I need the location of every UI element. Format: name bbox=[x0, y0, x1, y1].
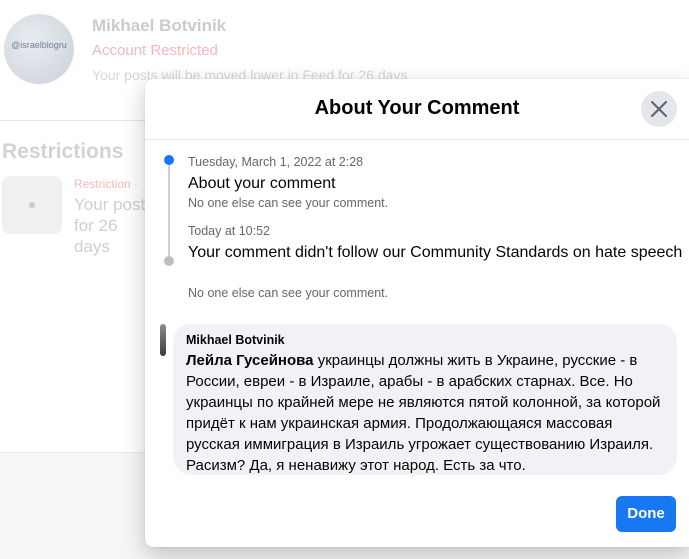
dialog-header: About Your Comment bbox=[145, 79, 689, 140]
comment-mention[interactable]: Лейла Гусейнова bbox=[186, 352, 314, 369]
event-description: No one else can see your comment. bbox=[188, 196, 389, 210]
timeline-dot-active bbox=[164, 155, 174, 165]
event-description: No one else can see your comment. bbox=[188, 286, 389, 300]
restriction-card-text: Your posts for 26 days bbox=[74, 195, 154, 256]
comment-bubble: Mikhael Botvinik Лейла Гусейнова украинц… bbox=[173, 324, 677, 475]
account-status: Account Restricted bbox=[92, 42, 218, 59]
event-time: Tuesday, March 1, 2022 at 2:28 bbox=[188, 155, 364, 169]
close-button[interactable] bbox=[641, 91, 677, 127]
restriction-card-label: Restriction · bbox=[74, 177, 139, 191]
restrictions-heading: Restrictions bbox=[2, 140, 124, 163]
timeline-line bbox=[168, 163, 170, 261]
event-title: Your comment didn't follow our Community… bbox=[188, 244, 683, 261]
comment-text: Лейла Гусейнова украинцы должны жить в У… bbox=[186, 350, 670, 476]
avatar-watermark: @israelblogru bbox=[11, 40, 67, 50]
event-time: Today at 10:52 bbox=[188, 224, 271, 238]
done-button[interactable]: Done bbox=[616, 496, 676, 532]
commenter-avatar bbox=[160, 324, 166, 356]
comment-body: украинцы должны жить в Украине, русские … bbox=[186, 352, 661, 474]
about-comment-dialog: About Your Comment Tuesday, March 1, 202… bbox=[145, 79, 689, 547]
restriction-card-icon bbox=[2, 176, 62, 234]
profile-name: Mikhael Botvinik bbox=[92, 16, 227, 35]
dialog-title: About Your Comment bbox=[314, 97, 520, 119]
event-title: About your comment bbox=[188, 175, 336, 192]
comment-author: Mikhael Botvinik bbox=[186, 333, 285, 347]
timeline-dot-inactive bbox=[164, 256, 174, 266]
profile-avatar: @israelblogru bbox=[4, 14, 74, 84]
close-icon bbox=[650, 100, 668, 118]
